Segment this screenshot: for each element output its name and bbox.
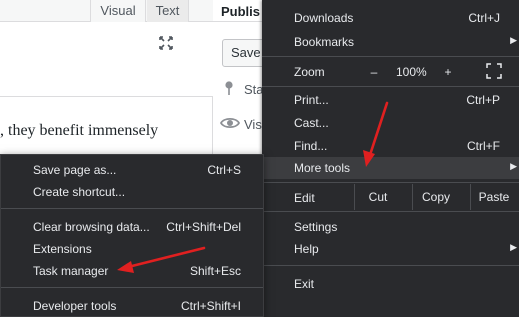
help-label: Help: [294, 242, 319, 256]
find-label: Find...: [294, 139, 328, 153]
status-label: Sta: [244, 82, 264, 97]
copy-button[interactable]: Copy: [412, 186, 460, 208]
task-manager-shortcut: Shift+Esc: [189, 264, 241, 278]
downloads-label: Downloads: [294, 11, 354, 25]
print-label: Print...: [294, 93, 329, 107]
zoom-in-button[interactable]: +: [439, 63, 457, 81]
submenu-item-developer-tools[interactable]: Developer tools Ctrl+Shift+I: [1, 295, 263, 317]
fullscreen-zoom-icon[interactable]: [485, 62, 503, 80]
developer-tools-shortcut: Ctrl+Shift+I: [180, 299, 241, 313]
tab-text[interactable]: Text: [147, 0, 189, 22]
visibility-label: Vis: [244, 117, 262, 132]
print-shortcut: Ctrl+P: [466, 93, 500, 107]
submenu-item-clear-browsing-data[interactable]: Clear browsing data... Ctrl+Shift+Del: [1, 216, 263, 238]
submenu-arrow-icon: ▶: [510, 242, 517, 252]
fullscreen-icon[interactable]: [158, 35, 174, 51]
publish-title: Publis: [221, 4, 261, 19]
submenu-item-create-shortcut[interactable]: Create shortcut...: [1, 181, 263, 203]
extensions-label: Extensions: [33, 242, 92, 256]
menu-item-help[interactable]: Help ▶: [262, 238, 519, 260]
menu-separator: [262, 211, 519, 212]
zoom-out-button[interactable]: –: [365, 63, 383, 81]
settings-label: Settings: [294, 220, 338, 234]
task-manager-label: Task manager: [33, 264, 109, 278]
eye-icon: [220, 117, 240, 129]
menu-item-cast[interactable]: Cast...: [262, 112, 519, 134]
menu-separator: [262, 86, 519, 87]
editor-toolbar: [0, 22, 213, 97]
submenu-separator: [1, 208, 263, 209]
menu-item-find[interactable]: Find... Ctrl+F: [262, 135, 519, 157]
paste-button[interactable]: Paste: [470, 186, 518, 208]
bookmarks-label: Bookmarks: [294, 35, 355, 49]
submenu-item-save-page[interactable]: Save page as... Ctrl+S: [1, 159, 263, 181]
menu-separator: [262, 182, 519, 183]
menu-item-more-tools[interactable]: More tools ▶: [262, 157, 519, 179]
cut-button[interactable]: Cut: [354, 186, 402, 208]
downloads-shortcut: Ctrl+J: [468, 11, 500, 25]
cast-label: Cast...: [294, 116, 329, 130]
save-page-shortcut: Ctrl+S: [207, 163, 241, 177]
submenu-arrow-icon: ▶: [510, 35, 517, 45]
more-tools-label: More tools: [294, 161, 351, 175]
menu-item-exit[interactable]: Exit: [262, 273, 519, 295]
zoom-label: Zoom: [294, 65, 325, 79]
clear-browsing-label: Clear browsing data...: [33, 220, 150, 234]
menu-item-downloads[interactable]: Downloads Ctrl+J: [262, 7, 519, 29]
chrome-main-menu: Downloads Ctrl+J Bookmarks ▶ Zoom – 100%…: [262, 0, 519, 317]
developer-tools-label: Developer tools: [33, 299, 117, 313]
exit-label: Exit: [294, 277, 315, 291]
submenu-arrow-icon: ▶: [510, 161, 517, 171]
create-shortcut-label: Create shortcut...: [33, 185, 126, 199]
menu-separator: [262, 56, 519, 57]
zoom-level: 100%: [396, 65, 427, 79]
menu-item-print[interactable]: Print... Ctrl+P: [262, 89, 519, 111]
more-tools-submenu: Save page as... Ctrl+S Create shortcut..…: [0, 154, 264, 317]
menu-separator: [262, 265, 519, 266]
submenu-item-task-manager[interactable]: Task manager Shift+Esc: [1, 260, 263, 282]
menu-item-settings[interactable]: Settings: [262, 216, 519, 238]
tab-visual[interactable]: Visual: [90, 0, 146, 22]
menu-item-bookmarks[interactable]: Bookmarks ▶: [262, 31, 519, 53]
save-page-label: Save page as...: [33, 163, 117, 177]
pin-icon: [225, 81, 233, 95]
editor-content-text[interactable]: , they benefit immensely: [0, 122, 213, 140]
editor-tabs: Visual Text: [0, 0, 213, 22]
submenu-separator: [1, 287, 263, 288]
find-shortcut: Ctrl+F: [467, 139, 500, 153]
clear-browsing-shortcut: Ctrl+Shift+Del: [166, 220, 241, 234]
edit-label: Edit: [294, 191, 315, 205]
submenu-item-extensions[interactable]: Extensions: [1, 238, 263, 260]
